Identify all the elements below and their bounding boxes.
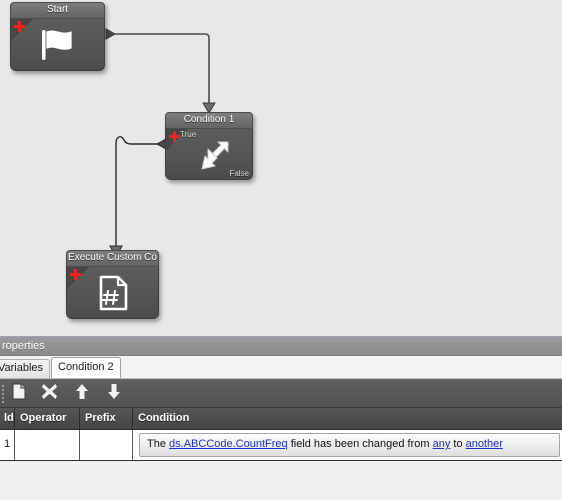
column-header-prefix[interactable]: Prefix xyxy=(80,408,133,429)
table-row[interactable]: 1 The ds.ABCCode.CountFreq field has bee… xyxy=(0,430,562,461)
code-document-icon xyxy=(67,267,158,318)
delete-x-icon xyxy=(41,383,58,405)
workflow-canvas[interactable]: Start Condition 1 True False Execute Cus… xyxy=(0,0,562,336)
delete-row-button[interactable] xyxy=(38,383,60,404)
condition-text: to xyxy=(450,438,466,450)
move-up-button[interactable] xyxy=(71,383,93,404)
flag-icon xyxy=(11,19,104,70)
node-condition1[interactable]: Condition 1 True False xyxy=(165,112,253,180)
node-condition1-title: Condition 1 xyxy=(165,112,253,129)
cell-id: 1 xyxy=(0,430,15,460)
cell-prefix[interactable] xyxy=(80,430,133,460)
tab-variables[interactable]: Variables xyxy=(0,359,51,378)
node-execute-custom-code[interactable]: Execute Custom Co xyxy=(66,250,159,319)
tab-strip: Variables Condition 2 xyxy=(0,356,562,379)
branch-arrows-icon xyxy=(166,129,252,179)
cell-operator[interactable] xyxy=(15,430,80,460)
connector-condition1-to-execute xyxy=(109,136,167,259)
application-window: Start Condition 1 True False Execute Cus… xyxy=(0,0,562,500)
condition-link[interactable]: ds.ABCCode.CountFreq xyxy=(169,438,288,450)
node-start-body[interactable] xyxy=(10,19,105,71)
new-document-icon xyxy=(12,383,26,405)
new-row-button[interactable] xyxy=(8,383,30,404)
condition-link[interactable]: any xyxy=(433,438,451,450)
grid-empty-area xyxy=(0,461,562,486)
grid-header-row: ld Operator Prefix Condition xyxy=(0,408,562,430)
node-execute-custom-code-body[interactable] xyxy=(66,267,159,319)
column-header-condition[interactable]: Condition xyxy=(133,408,562,429)
properties-panel: roperties Variables Condition 2 ld Opera… xyxy=(0,336,562,500)
node-execute-custom-code-title: Execute Custom Co xyxy=(66,250,159,267)
arrow-up-icon xyxy=(75,383,89,405)
properties-panel-title: roperties xyxy=(0,337,562,356)
move-down-button[interactable] xyxy=(103,383,125,404)
node-condition1-body[interactable]: True False xyxy=(165,129,253,180)
node-start-title: Start xyxy=(10,2,105,19)
condition-text: The xyxy=(147,438,170,450)
condition-text: field has been changed from xyxy=(287,438,433,450)
condition-link[interactable]: another xyxy=(466,438,503,450)
column-header-operator[interactable]: Operator xyxy=(15,408,80,429)
column-header-id[interactable]: ld xyxy=(0,408,15,429)
conditions-grid: ld Operator Prefix Condition 1 The ds.AB… xyxy=(0,408,562,486)
tab-condition2[interactable]: Condition 2 xyxy=(51,357,121,378)
node-start[interactable]: Start xyxy=(10,2,105,71)
cell-condition[interactable]: The ds.ABCCode.CountFreq field has been … xyxy=(133,430,562,460)
connector-start-to-condition1 xyxy=(105,28,216,114)
condition-expression-editor[interactable]: The ds.ABCCode.CountFreq field has been … xyxy=(139,433,560,457)
toolbar-grip[interactable] xyxy=(2,385,5,403)
arrow-down-icon xyxy=(107,383,121,405)
grid-toolbar xyxy=(0,379,562,408)
